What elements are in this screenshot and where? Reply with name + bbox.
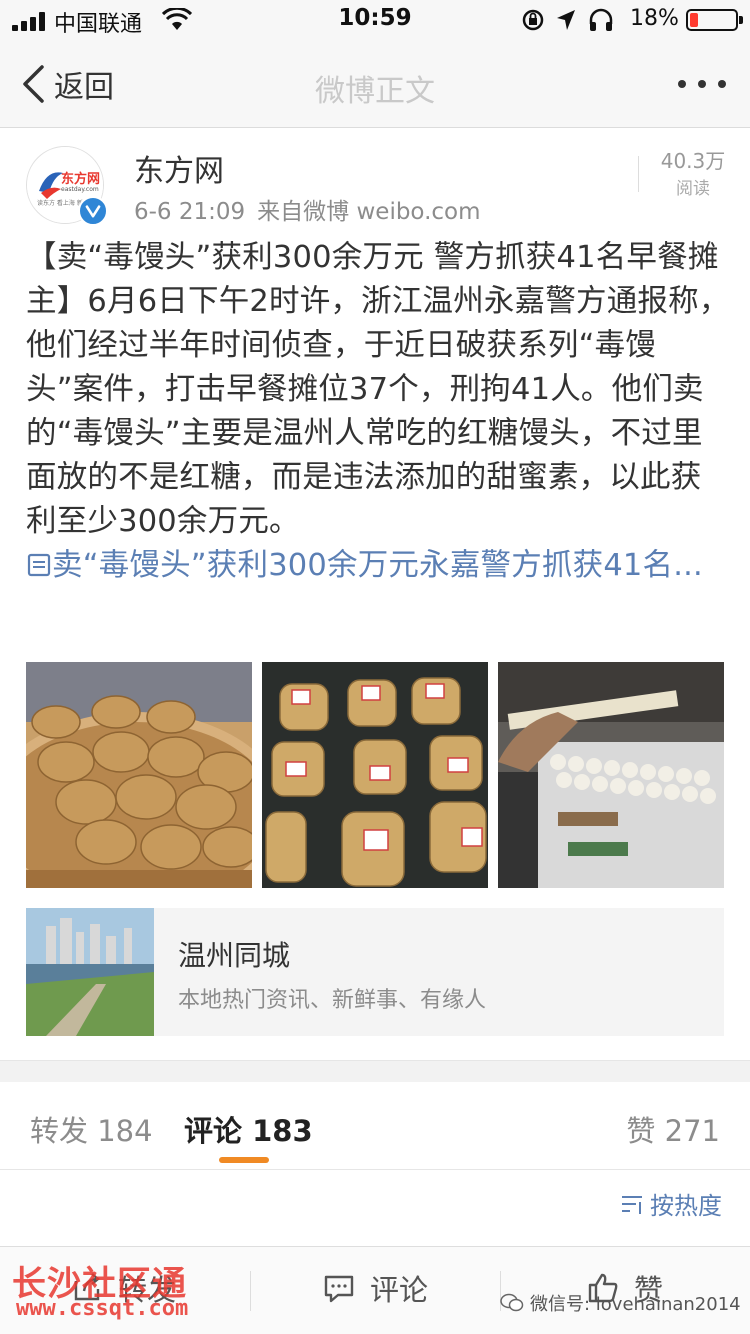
more-options-button[interactable] [678,70,726,98]
section-divider [0,1060,750,1082]
svg-text:东方网: 东方网 [61,171,100,187]
tab-likes[interactable]: 赞 271 [626,1108,720,1150]
post-meta: 6-6 21:09 来自微博 weibo.com [134,192,481,226]
card-title: 温州同城 [178,939,291,972]
battery-icon [686,9,743,31]
headphone-icon [589,8,613,31]
image-grid [26,662,724,890]
post-image-2[interactable] [262,662,488,888]
dot-icon [698,80,706,88]
sort-label: 按热度 [650,1192,722,1220]
post-source: 来自微博 weibo.com [257,199,481,225]
article-link[interactable]: 卖“毒馒头”获利300余万元永嘉警方抓获41名... [26,548,703,583]
svg-text:eastday.com: eastday.com [61,186,99,193]
card-image [26,908,154,1036]
tab-comments[interactable]: 评论 183 [184,1108,313,1150]
article-link-text: 卖“毒馒头”获利300余万元永嘉警方抓获41名... [52,548,703,583]
post-body: 【卖“毒馒头”获利300余万元 警方抓获41名早餐摊主】6月6日下午2时许，浙江… [26,240,730,539]
sort-icon [622,1195,642,1214]
post-date: 6-6 21:09 [134,199,246,225]
divider [638,156,639,192]
author-name[interactable]: 东方网 [134,146,224,190]
divider [250,1271,251,1311]
comment-button[interactable]: 评论 [322,1267,428,1309]
navigation-bar: 返回 微博正文 [0,40,750,128]
comment-icon [324,1275,354,1303]
dot-icon [678,80,686,88]
rotation-lock-icon [522,9,544,31]
article-icon [27,553,51,577]
interaction-tabs: 转发 184 评论 183 赞 271 [0,1082,750,1170]
card-description: 本地热门资讯、新鲜事、有缘人 [178,988,487,1013]
wechat-id: 微信号: lovehainan2014 [530,1294,741,1315]
wechat-icon [500,1293,524,1312]
page-title: 微博正文 [315,74,435,109]
post-text: 【卖“毒馒头”获利300余万元 警方抓获41名早餐摊主】6月6日下午2时许，浙江… [26,236,730,588]
location-card[interactable]: 温州同城 本地热门资讯、新鲜事、有缘人 [26,908,724,1036]
sort-button[interactable]: 按热度 [620,1186,722,1221]
read-label: 阅读 [676,179,710,199]
active-tab-indicator [219,1157,269,1163]
watermark-url: www.cssqt.com [16,1296,189,1321]
status-bar: 中国联通 10:59 18% [0,0,750,40]
location-icon [557,10,575,30]
tab-reposts[interactable]: 转发 184 [30,1108,153,1150]
read-count: 40.3万 [660,149,726,173]
post-image-3[interactable] [498,662,724,888]
verified-icon [78,196,108,226]
comment-label: 评论 [370,1273,429,1307]
dot-icon [718,80,726,88]
wechat-watermark: 微信号: lovehainan2014 [500,1290,741,1316]
battery-percent: 18% [630,6,679,31]
post-image-1[interactable] [26,662,252,888]
